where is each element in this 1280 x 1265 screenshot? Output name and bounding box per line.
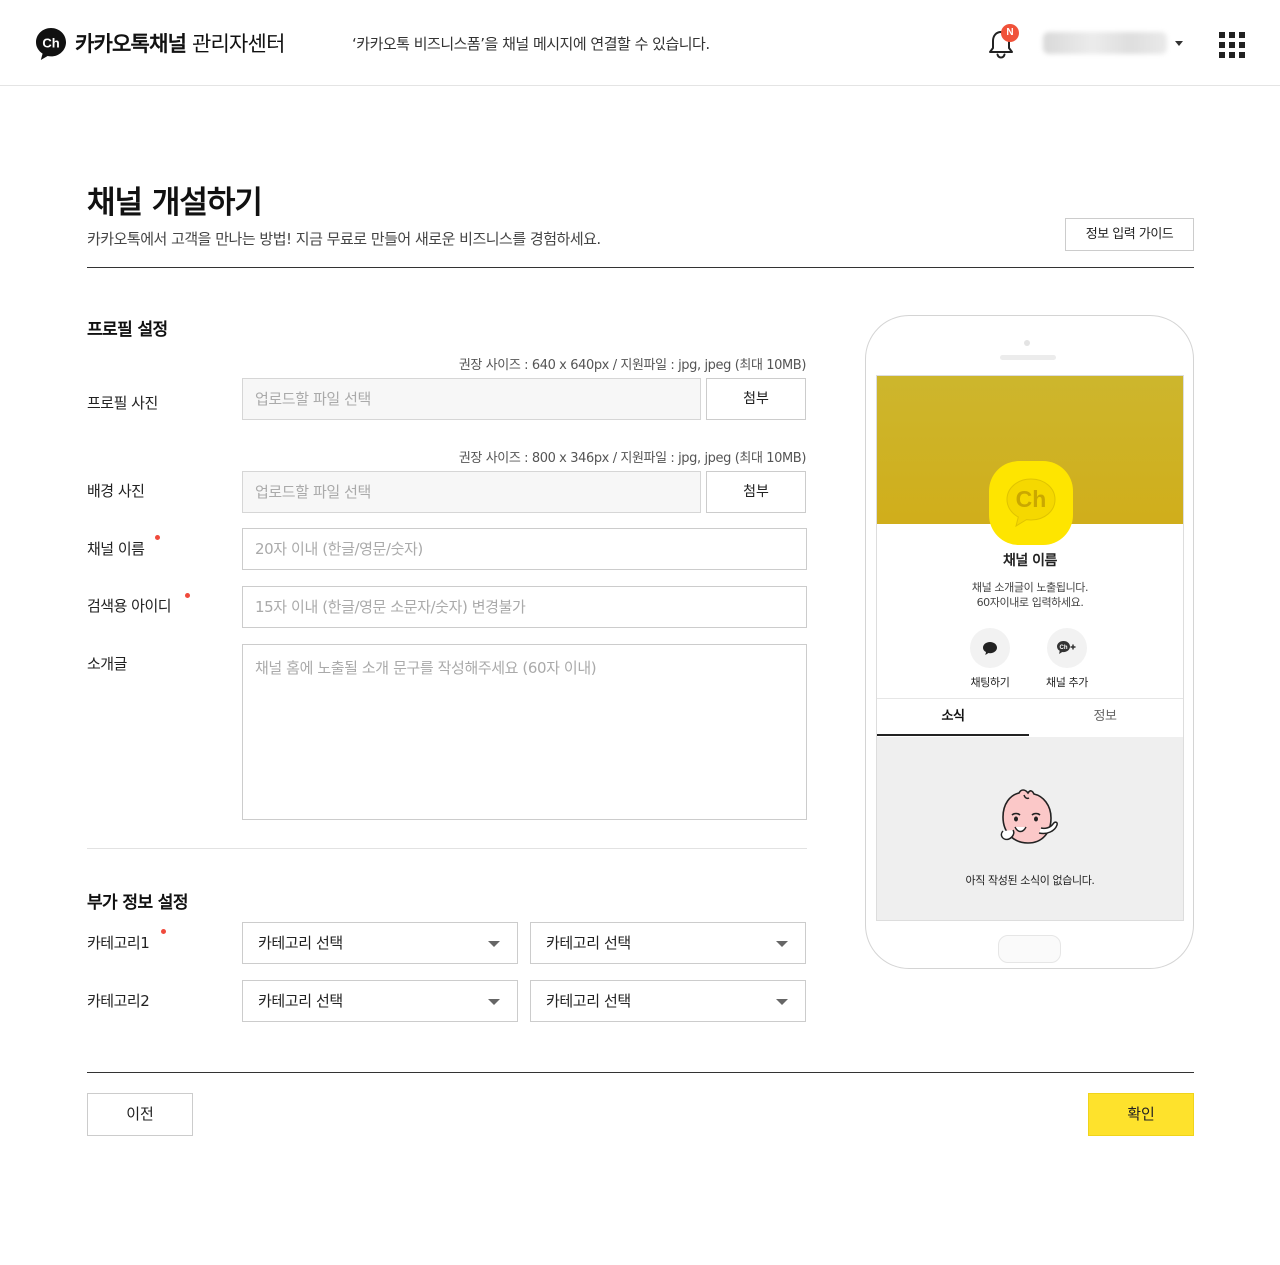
required-dot [185,593,190,598]
required-dot [161,929,166,934]
preview-channel-intro: 채널 소개글이 노출됩니다. 60자이내로 입력하세요. [971,581,1089,609]
select-value: 카테고리 선택 [258,992,343,1010]
profile-photo-file-field[interactable]: 업로드할 파일 선택 [242,378,701,420]
background-photo-file-field[interactable]: 업로드할 파일 선택 [242,471,701,513]
logo[interactable]: Ch 카카오톡채널 관리자센터 [35,27,285,60]
section-divider [87,848,807,849]
preview-chat-label: 채팅하기 [970,676,1010,689]
required-dot [155,535,160,540]
dropdown-arrow-icon [488,941,500,947]
background-photo-label: 배경 사진 [87,482,145,500]
footer-divider [87,1072,1194,1073]
profile-section-title: 프로필 설정 [87,320,168,340]
background-photo-attach-button[interactable]: 첨부 [706,471,806,513]
confirm-button[interactable]: 확인 [1088,1093,1194,1136]
select-value: 카테고리 선택 [546,992,631,1010]
svg-text:Ch: Ch [1016,486,1047,512]
intro-textarea[interactable]: 채널 홈에 노출될 소개 문구를 작성해주세요 (60자 이내) [242,644,807,820]
kakao-channel-logo-icon: Ch [35,27,67,60]
notification-badge: N [1001,24,1019,42]
category2-label: 카테고리2 [87,992,150,1010]
info-input-guide-button[interactable]: 정보 입력 가이드 [1065,218,1194,251]
page-description: 카카오톡에서 고객을 만나는 방법! 지금 무료로 만들어 새로운 비즈니스를 … [87,230,601,248]
phone-camera-dot [1024,340,1030,346]
phone-home-button [998,935,1061,963]
add-channel-icon: Ch [1047,628,1087,668]
preview-channel-name: 채널 이름 [1003,553,1057,569]
preview-tab-news: 소식 [877,700,1029,736]
dropdown-arrow-icon [488,999,500,1005]
category1-select-secondary[interactable]: 카테고리 선택 [530,922,806,964]
background-photo-hint: 권장 사이즈 : 800 x 346px / 지원파일 : jpg, jpeg … [458,451,807,466]
dropdown-arrow-icon [776,941,788,947]
preview-tab-info: 정보 [1093,709,1117,724]
apps-grid-icon[interactable] [1219,32,1245,58]
preview-empty-feed-text: 아직 작성된 소식이 없습니다. [965,874,1095,887]
chat-bubble-icon [970,628,1010,668]
svg-text:Ch: Ch [1060,645,1068,651]
header-notice[interactable]: ‘카카오톡 비즈니스폼’을 채널 메시지에 연결할 수 있습니다. [352,33,710,54]
account-dropdown-caret-icon[interactable] [1175,41,1183,46]
account-name-blurred[interactable] [1043,32,1167,54]
category2-select-secondary[interactable]: 카테고리 선택 [530,980,806,1022]
dropdown-arrow-icon [776,999,788,1005]
preview-add-channel-action: Ch 채널 추가 [1027,628,1107,690]
page-title: 채널 개설하기 [87,185,263,221]
select-value: 카테고리 선택 [546,934,631,952]
search-id-input[interactable]: 15자 이내 (한글/영문 소문자/숫자) 변경불가 [242,586,807,628]
apeach-character-icon [995,787,1065,853]
svg-text:Ch: Ch [42,36,59,51]
profile-photo-label: 프로필 사진 [87,394,158,412]
profile-photo-hint: 권장 사이즈 : 640 x 640px / 지원파일 : jpg, jpeg … [458,358,807,373]
title-divider [87,267,1194,268]
logo-text: 카카오톡채널 관리자센터 [75,32,285,56]
category2-select-primary[interactable]: 카테고리 선택 [242,980,518,1022]
phone-speaker [1000,355,1056,360]
category1-select-primary[interactable]: 카테고리 선택 [242,922,518,964]
preview-chat-action: 채팅하기 [950,628,1030,690]
category1-label: 카테고리1 [87,934,150,952]
extra-section-title: 부가 정보 설정 [87,893,188,913]
channel-name-input[interactable]: 20자 이내 (한글/영문/숫자) [242,528,807,570]
select-value: 카테고리 선택 [258,934,343,952]
intro-label: 소개글 [87,655,127,673]
search-id-label: 검색용 아이디 [87,597,172,615]
top-header: Ch 카카오톡채널 관리자센터 ‘카카오톡 비즈니스폼’을 채널 메시지에 연결… [0,0,1280,86]
preview-tabs-divider [877,698,1183,699]
preview-feed-area: 아직 작성된 소식이 없습니다. [877,737,1183,920]
preview-add-channel-label: 채널 추가 [1046,676,1088,689]
previous-button[interactable]: 이전 [87,1093,193,1136]
channel-name-label: 채널 이름 [87,540,145,558]
profile-photo-attach-button[interactable]: 첨부 [706,378,806,420]
phone-preview-screen: Ch 채널 이름 채널 소개글이 노출됩니다. 60자이내로 입력하세요. 채팅… [876,375,1184,921]
preview-channel-avatar-icon: Ch [989,461,1073,545]
